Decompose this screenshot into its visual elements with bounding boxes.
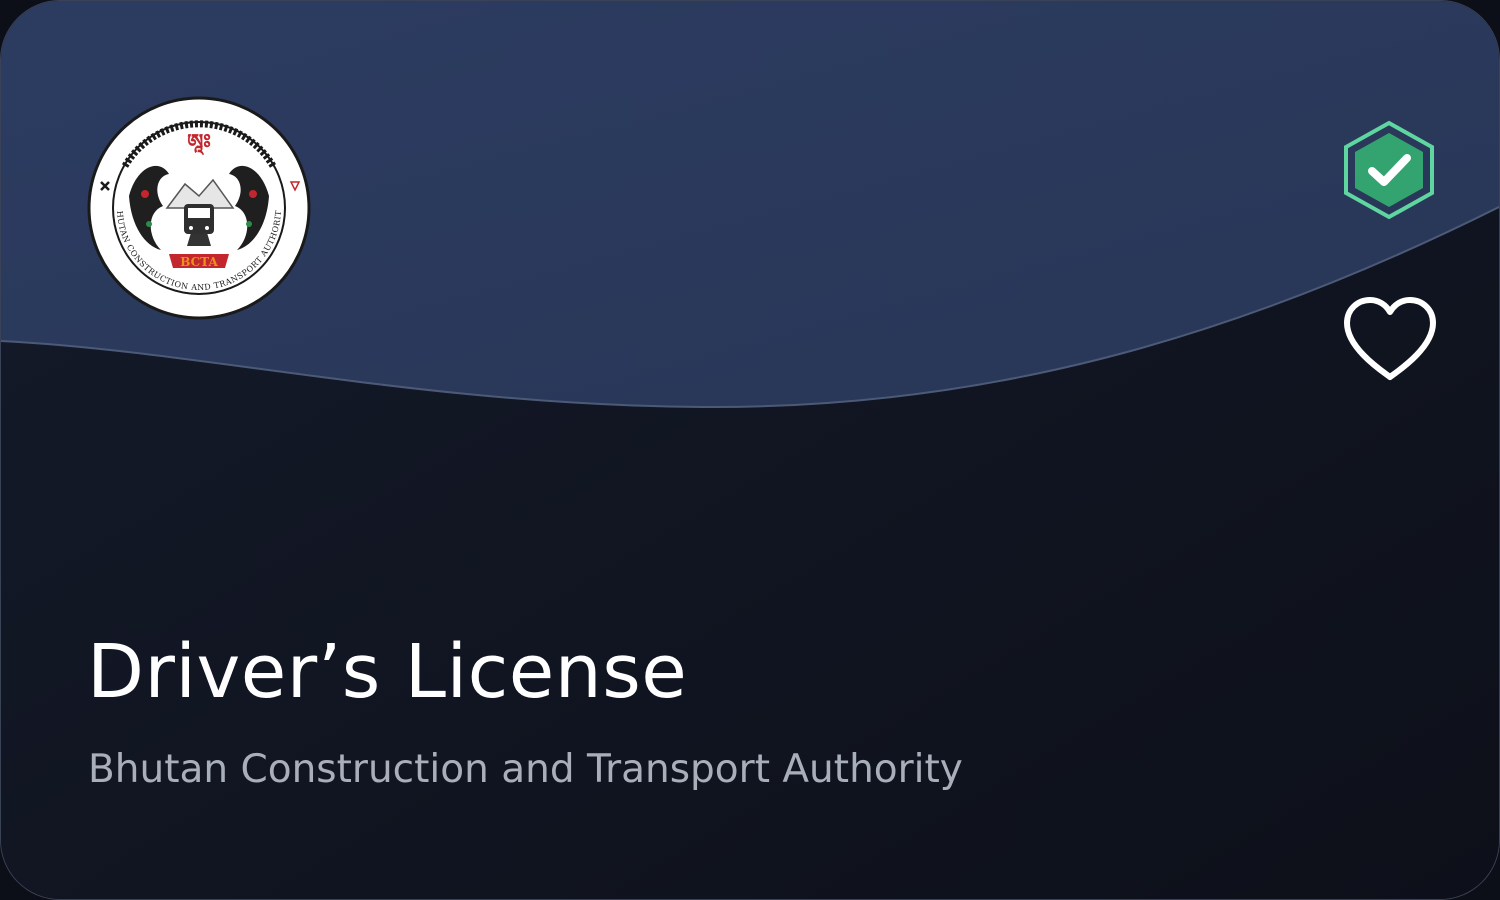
verified-check-icon [1344, 120, 1434, 220]
credential-card[interactable]: BHUTAN CONSTRUCTION AND TRANSPORT AUTHOR… [0, 0, 1500, 900]
svg-text:ཨཱཿ: ཨཱཿ [187, 129, 211, 155]
heart-icon[interactable] [1341, 295, 1439, 385]
issuer-name: Bhutan Construction and Transport Author… [88, 747, 963, 792]
seal-acronym: BCTA [180, 255, 218, 269]
credential-title: Driver’s License [87, 629, 688, 715]
bcta-seal-logo: BHUTAN CONSTRUCTION AND TRANSPORT AUTHOR… [87, 96, 311, 320]
